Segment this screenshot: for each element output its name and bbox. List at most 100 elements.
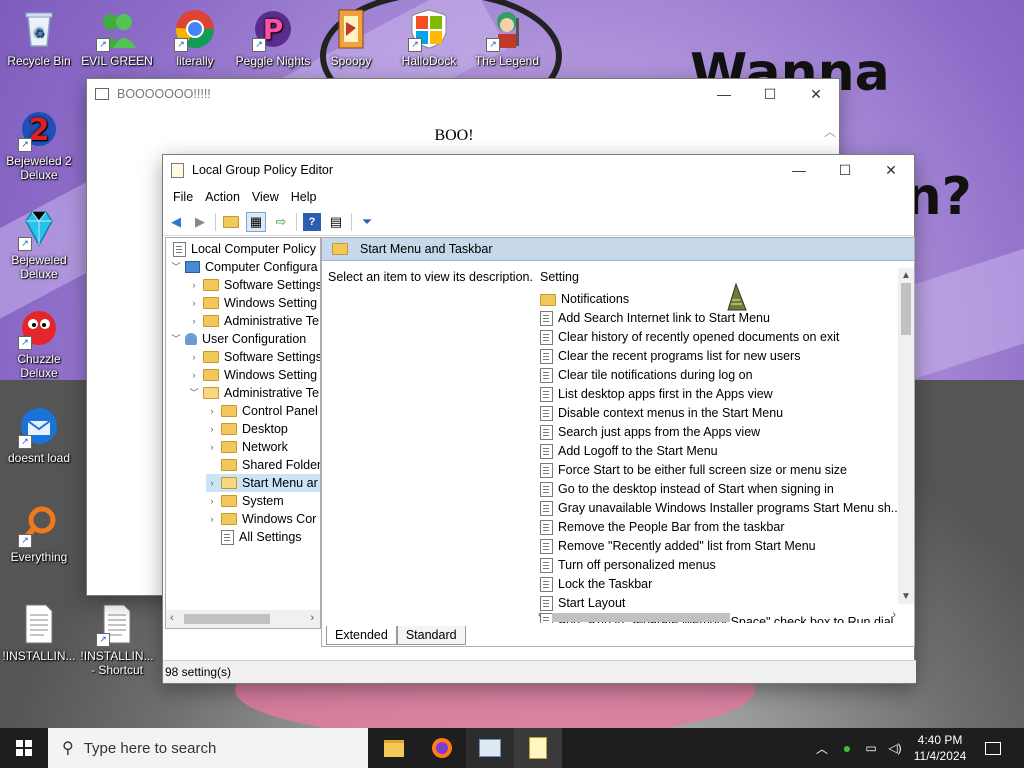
minimize-button[interactable]: — bbox=[701, 79, 747, 109]
taskbar-search-box[interactable]: ⚲ Type here to search bbox=[48, 728, 368, 768]
minimize-button[interactable]: — bbox=[776, 155, 822, 185]
setting-row[interactable]: Lock the Taskbar bbox=[540, 575, 652, 594]
desktop-icon-recycle-bin[interactable]: ♻ Recycle Bin bbox=[1, 8, 77, 68]
export-list-icon[interactable]: ⇨ bbox=[272, 213, 290, 231]
chevron-right-icon[interactable]: › bbox=[206, 510, 218, 528]
details-pane[interactable]: Start Menu and Taskbar Select an item to… bbox=[321, 237, 915, 647]
scroll-left-icon[interactable]: ‹ bbox=[538, 609, 542, 621]
chevron-right-icon[interactable]: › bbox=[206, 474, 218, 492]
chevron-down-icon[interactable]: ﹀ bbox=[188, 384, 200, 402]
gpe-window[interactable]: Local Group Policy Editor — ☐ ✕ File Act… bbox=[162, 154, 916, 684]
setting-row[interactable]: List desktop apps first in the Apps view bbox=[540, 385, 773, 404]
tree-item-desktop[interactable]: › Desktop bbox=[206, 420, 288, 438]
taskbar-app-file-explorer[interactable] bbox=[370, 728, 418, 768]
network-icon[interactable]: ▭ bbox=[860, 728, 882, 768]
tree-pane[interactable]: Local Computer Policy ﹀ Computer Configu… bbox=[165, 237, 321, 629]
setting-row[interactable]: Force Start to be either full screen siz… bbox=[540, 461, 847, 480]
desktop-icon-doesnt-load[interactable]: ↗ doesnt load bbox=[1, 405, 77, 465]
taskbar-app-group-policy[interactable] bbox=[466, 728, 514, 768]
tray-app-icon[interactable]: ● bbox=[836, 728, 858, 768]
chevron-right-icon[interactable]: › bbox=[188, 276, 200, 294]
setting-row[interactable]: Clear the recent programs list for new u… bbox=[540, 347, 800, 366]
notifications-button[interactable] bbox=[978, 728, 1008, 768]
desktop-icon-spoopy[interactable]: Spoopy bbox=[313, 8, 389, 68]
setting-row[interactable]: Gray unavailable Windows Installer progr… bbox=[540, 499, 901, 518]
filter-icon[interactable]: ⏷ bbox=[358, 213, 376, 231]
chevron-right-icon[interactable]: › bbox=[188, 312, 200, 330]
menu-help[interactable]: Help bbox=[285, 190, 323, 204]
chevron-right-icon[interactable]: › bbox=[206, 438, 218, 456]
menu-view[interactable]: View bbox=[246, 190, 285, 204]
scroll-thumb[interactable] bbox=[552, 613, 730, 622]
setting-row[interactable]: Clear history of recently opened documen… bbox=[540, 328, 839, 347]
tree-horizontal-scrollbar[interactable]: ‹ › bbox=[166, 610, 320, 628]
back-icon[interactable]: ◀ bbox=[167, 213, 185, 231]
tree-item-software-settings[interactable]: › Software Settings bbox=[188, 348, 321, 366]
scroll-thumb[interactable] bbox=[901, 283, 911, 335]
tree-item-computer-configuration[interactable]: ﹀ Computer Configura bbox=[170, 258, 317, 276]
setting-row-notifications[interactable]: Notifications bbox=[540, 290, 629, 309]
tree-item-windows-components[interactable]: › Windows Cor bbox=[206, 510, 317, 528]
setting-row[interactable]: Add Logoff to the Start Menu bbox=[540, 442, 718, 461]
close-button[interactable]: ✕ bbox=[793, 79, 839, 109]
tree-item-network[interactable]: › Network bbox=[206, 438, 288, 456]
setting-row[interactable]: Disable context menus in the Start Menu bbox=[540, 404, 783, 423]
taskbar-app-firefox[interactable] bbox=[418, 728, 466, 768]
forward-icon[interactable]: ▶ bbox=[191, 213, 209, 231]
maximize-button[interactable]: ☐ bbox=[747, 79, 793, 109]
desktop-icon-literally[interactable]: ↗ literally bbox=[157, 8, 233, 68]
desktop-icon-bejeweled[interactable]: ↗ Bejeweled Deluxe bbox=[1, 207, 77, 281]
setting-row[interactable]: Go to the desktop instead of Start when … bbox=[540, 480, 834, 499]
tree-item-windows-settings[interactable]: › Windows Setting bbox=[188, 366, 318, 384]
scroll-left-icon[interactable]: ‹ bbox=[170, 612, 174, 624]
tree-item-shared-folders[interactable]: Shared Folder bbox=[206, 456, 320, 474]
scroll-down-icon[interactable]: ▼ bbox=[898, 591, 914, 602]
show-hidden-icons-button[interactable]: ︿ bbox=[812, 728, 832, 768]
menu-file[interactable]: File bbox=[167, 190, 199, 204]
menu-action[interactable]: Action bbox=[199, 190, 246, 204]
chevron-right-icon[interactable]: › bbox=[188, 348, 200, 366]
tree-item-system[interactable]: › System bbox=[206, 492, 284, 510]
tree-item-administrative-templates[interactable]: ﹀ Administrative Te bbox=[188, 384, 318, 402]
scroll-thumb[interactable] bbox=[184, 614, 270, 624]
details-horizontal-scrollbar[interactable]: ‹ › bbox=[534, 609, 898, 624]
details-vertical-scrollbar[interactable]: ▲ ▼ bbox=[898, 268, 914, 604]
gpe-title-bar[interactable]: Local Group Policy Editor — ☐ ✕ bbox=[163, 155, 914, 185]
setting-row[interactable]: Turn off personalized menus bbox=[540, 556, 716, 575]
scroll-right-icon[interactable]: › bbox=[892, 609, 896, 621]
properties-icon[interactable]: ▤ bbox=[327, 213, 345, 231]
start-button[interactable] bbox=[0, 728, 48, 768]
close-button[interactable]: ✕ bbox=[868, 155, 914, 185]
desktop-icon-chuzzle[interactable]: ↗ Chuzzle Deluxe bbox=[1, 306, 77, 380]
boo-title-bar[interactable]: BOOOOOOO!!!!! — ☐ ✕ bbox=[87, 79, 839, 109]
setting-row[interactable]: Remove the People Bar from the taskbar bbox=[540, 518, 785, 537]
chevron-down-icon[interactable]: ﹀ bbox=[170, 330, 182, 348]
tree-item-software-settings[interactable]: › Software Settings bbox=[188, 276, 321, 294]
chevron-right-icon[interactable]: › bbox=[188, 366, 200, 384]
desktop-icon-bejeweled-2[interactable]: 2 ↗ Bejeweled 2 Deluxe bbox=[1, 108, 77, 182]
help-icon[interactable]: ? bbox=[303, 213, 321, 231]
setting-row[interactable]: Search just apps from the Apps view bbox=[540, 423, 760, 442]
chevron-down-icon[interactable]: ﹀ bbox=[170, 258, 182, 276]
desktop-icon-hallodock[interactable]: ↗ HalloDock bbox=[391, 8, 467, 68]
chevron-right-icon[interactable]: › bbox=[188, 294, 200, 312]
chevron-right-icon[interactable]: › bbox=[206, 492, 218, 510]
scroll-up-icon[interactable]: ︿ bbox=[821, 123, 839, 140]
setting-row[interactable]: Remove "Recently added" list from Start … bbox=[540, 537, 816, 556]
scroll-right-icon[interactable]: › bbox=[310, 612, 314, 624]
desktop-icon-installin[interactable]: !INSTALLIN... bbox=[1, 603, 77, 663]
tree-item-local-computer-policy[interactable]: Local Computer Policy bbox=[170, 240, 316, 258]
show-hide-tree-icon[interactable]: ▦ bbox=[246, 212, 266, 232]
up-folder-icon[interactable] bbox=[222, 213, 240, 231]
tree-item-start-menu-and-taskbar[interactable]: › Start Menu ar bbox=[206, 474, 320, 492]
column-header-setting[interactable]: Setting bbox=[540, 270, 579, 284]
desktop-icon-the-legend[interactable]: ↗ The Legend bbox=[469, 8, 545, 68]
chevron-right-icon[interactable]: › bbox=[206, 420, 218, 438]
tab-standard[interactable]: Standard bbox=[396, 626, 466, 645]
tree-item-all-settings[interactable]: All Settings bbox=[206, 528, 302, 546]
setting-row[interactable]: Clear tile notifications during log on bbox=[540, 366, 753, 385]
desktop-icon-installin-shortcut[interactable]: ↗ !INSTALLIN... - Shortcut bbox=[79, 603, 155, 677]
tree-item-user-configuration[interactable]: ﹀ User Configuration bbox=[170, 330, 306, 348]
tree-item-administrative-templates[interactable]: › Administrative Te bbox=[188, 312, 319, 330]
taskbar-app-notepad[interactable] bbox=[514, 728, 562, 768]
